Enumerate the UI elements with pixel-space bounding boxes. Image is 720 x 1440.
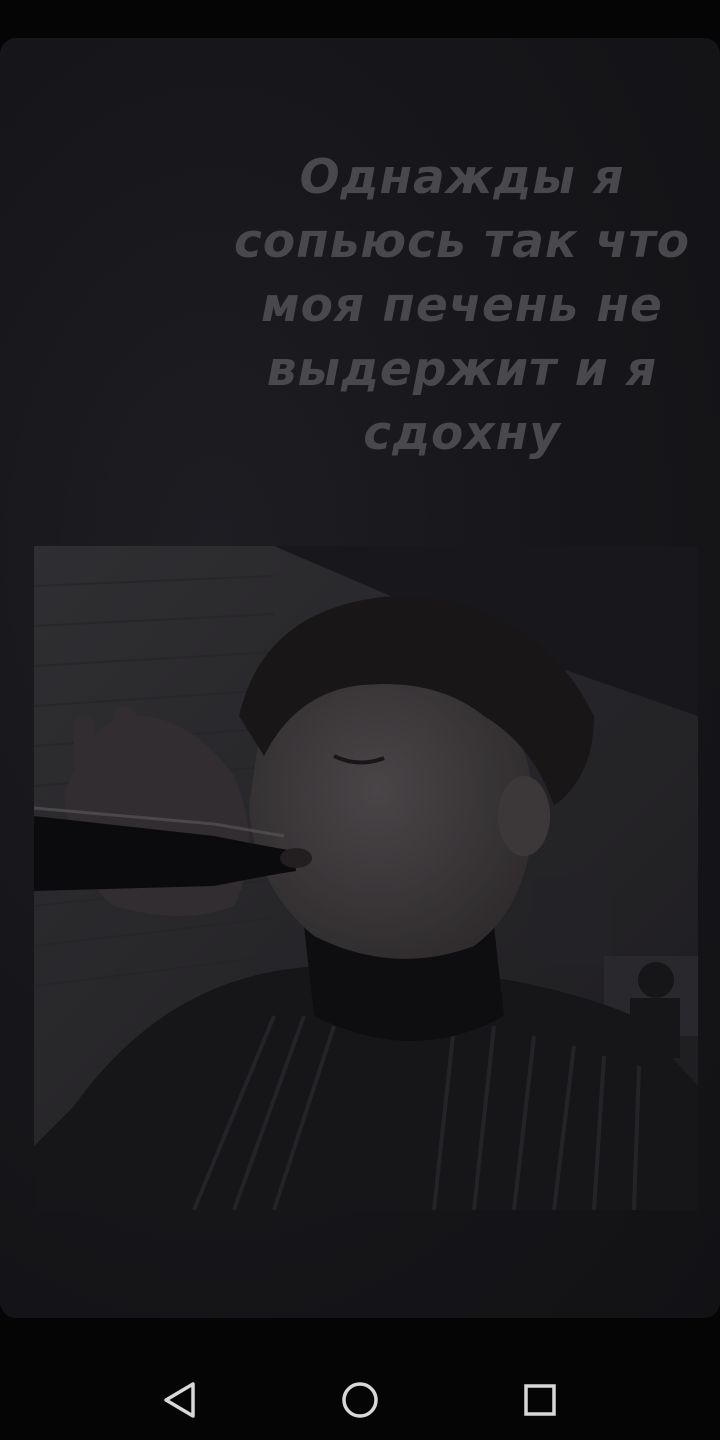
story-card[interactable]: Однажды я сопьюсь так что моя печень не …: [0, 38, 720, 1318]
story-photo: [34, 546, 698, 1210]
square-recents-icon: [524, 1384, 556, 1416]
home-button[interactable]: [330, 1370, 390, 1430]
back-button[interactable]: [150, 1370, 210, 1430]
recents-button[interactable]: [510, 1370, 570, 1430]
story-caption: Однажды я сопьюсь так что моя печень не …: [234, 150, 690, 461]
circle-home-icon: [342, 1382, 378, 1418]
triangle-back-icon: [164, 1382, 195, 1418]
navigation-bar: [0, 1318, 720, 1440]
photo-illustration: [34, 546, 698, 1210]
screen: Однажды я сопьюсь так что моя печень не …: [0, 0, 720, 1440]
status-bar: [0, 0, 720, 38]
